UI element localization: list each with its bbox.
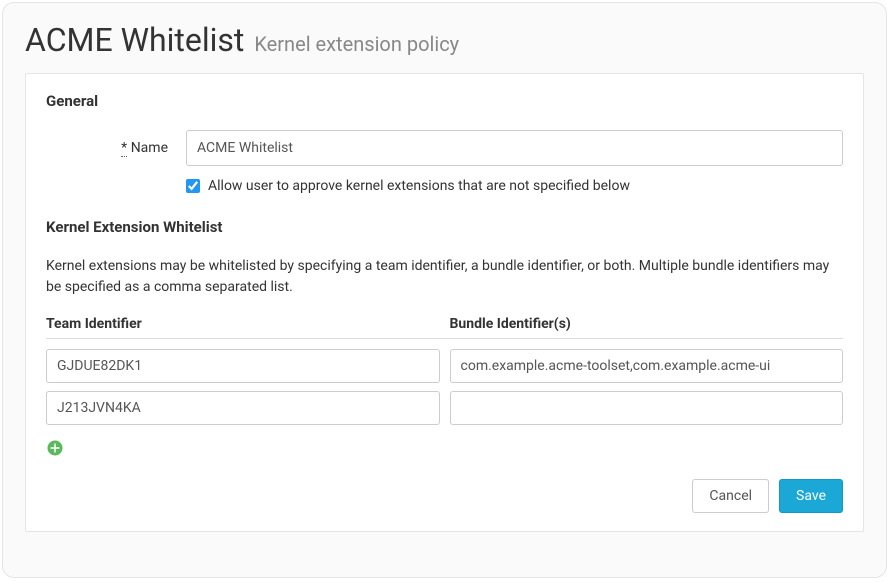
name-input[interactable] — [186, 130, 843, 166]
whitelist-description: Kernel extensions may be whitelisted by … — [46, 256, 843, 298]
general-heading: General — [46, 92, 843, 110]
page-subtitle: Kernel extension policy — [254, 32, 459, 56]
bundle-identifier-input[interactable] — [450, 349, 844, 383]
footer-actions: Cancel Save — [46, 479, 843, 513]
save-button[interactable]: Save — [779, 479, 843, 513]
name-label: Name — [131, 140, 168, 156]
form-panel: General * Name Allow user to approve ker… — [25, 73, 864, 532]
table-row — [46, 391, 843, 425]
team-identifier-input[interactable] — [46, 391, 440, 425]
allow-user-row: Allow user to approve kernel extensions … — [186, 178, 843, 194]
team-identifier-input[interactable] — [46, 349, 440, 383]
page-header: ACME Whitelist Kernel extension policy — [25, 21, 864, 59]
table-row — [46, 349, 843, 383]
policy-card: ACME Whitelist Kernel extension policy G… — [2, 2, 887, 578]
name-row: * Name — [46, 130, 843, 166]
add-row-button[interactable] — [46, 439, 64, 457]
bundle-identifier-input[interactable] — [450, 391, 844, 425]
allow-user-checkbox[interactable] — [186, 179, 200, 193]
allow-user-label: Allow user to approve kernel extensions … — [208, 178, 630, 194]
required-marker: * — [121, 140, 127, 157]
bundle-identifier-header: Bundle Identifier(s) — [450, 316, 844, 332]
page-title: ACME Whitelist — [25, 21, 244, 59]
cancel-button[interactable]: Cancel — [692, 479, 769, 513]
table-header-row: Team Identifier Bundle Identifier(s) — [46, 316, 843, 339]
plus-circle-icon — [46, 439, 64, 457]
team-identifier-header: Team Identifier — [46, 316, 440, 332]
name-label-col: * Name — [46, 140, 186, 156]
whitelist-table: Team Identifier Bundle Identifier(s) — [46, 316, 843, 425]
whitelist-heading: Kernel Extension Whitelist — [46, 218, 843, 236]
